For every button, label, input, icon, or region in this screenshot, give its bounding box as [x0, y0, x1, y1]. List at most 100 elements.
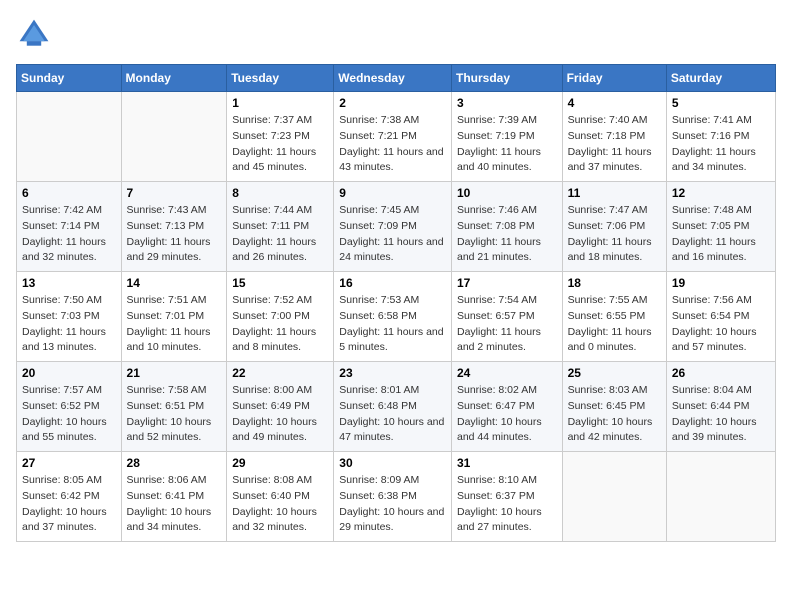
calendar-cell: 4Sunrise: 7:40 AMSunset: 7:18 PMDaylight… — [562, 92, 666, 182]
day-number: 9 — [339, 186, 446, 200]
calendar-cell — [666, 452, 775, 542]
weekday-header: Monday — [121, 65, 227, 92]
day-number: 24 — [457, 366, 557, 380]
day-number: 4 — [568, 96, 661, 110]
calendar-cell — [121, 92, 227, 182]
day-info: Sunrise: 7:39 AMSunset: 7:19 PMDaylight:… — [457, 113, 557, 176]
day-number: 17 — [457, 276, 557, 290]
day-info: Sunrise: 7:55 AMSunset: 6:55 PMDaylight:… — [568, 293, 661, 356]
day-info: Sunrise: 8:04 AMSunset: 6:44 PMDaylight:… — [672, 383, 770, 446]
day-info: Sunrise: 8:10 AMSunset: 6:37 PMDaylight:… — [457, 473, 557, 536]
day-number: 16 — [339, 276, 446, 290]
weekday-header: Thursday — [451, 65, 562, 92]
day-info: Sunrise: 7:54 AMSunset: 6:57 PMDaylight:… — [457, 293, 557, 356]
day-number: 12 — [672, 186, 770, 200]
day-info: Sunrise: 8:05 AMSunset: 6:42 PMDaylight:… — [22, 473, 116, 536]
calendar-week-row: 6 Sunrise: 7:42 AMSunset: 7:14 PMDaylight… — [17, 182, 776, 272]
calendar-week-row: 20Sunrise: 7:57 AMSunset: 6:52 PMDayligh… — [17, 362, 776, 452]
day-info: Sunrise: 7:42 AMSunset: 7:14 PMDaylight:… — [22, 203, 116, 266]
day-info: Sunrise: 7:50 AMSunset: 7:03 PMDaylight:… — [22, 293, 116, 356]
day-number: 25 — [568, 366, 661, 380]
day-number: 15 — [232, 276, 328, 290]
calendar-cell: 17 Sunrise: 7:54 AMSunset: 6:57 PMDayligh… — [451, 272, 562, 362]
calendar-cell: 3 Sunrise: 7:39 AMSunset: 7:19 PMDaylight… — [451, 92, 562, 182]
day-number: 20 — [22, 366, 116, 380]
day-number: 2 — [339, 96, 446, 110]
day-number: 13 — [22, 276, 116, 290]
day-info: Sunrise: 8:02 AMSunset: 6:47 PMDaylight:… — [457, 383, 557, 446]
calendar-week-row: 27Sunrise: 8:05 AMSunset: 6:42 PMDayligh… — [17, 452, 776, 542]
day-info: Sunrise: 8:00 AMSunset: 6:49 PMDaylight:… — [232, 383, 328, 446]
calendar-header: SundayMondayTuesdayWednesdayThursdayFrid… — [17, 65, 776, 92]
day-info: Sunrise: 7:44 AMSunset: 7:11 PMDaylight:… — [232, 203, 328, 266]
calendar-cell: 14 Sunrise: 7:51 AMSunset: 7:01 PMDayligh… — [121, 272, 227, 362]
calendar-cell: 10 Sunrise: 7:46 AMSunset: 7:08 PMDayligh… — [451, 182, 562, 272]
calendar-cell: 2 Sunrise: 7:38 AMSunset: 7:21 PMDaylight… — [334, 92, 452, 182]
day-info: Sunrise: 8:01 AMSunset: 6:48 PMDaylight:… — [339, 383, 446, 446]
day-number: 22 — [232, 366, 328, 380]
day-info: Sunrise: 7:47 AMSunset: 7:06 PMDaylight:… — [568, 203, 661, 266]
day-number: 31 — [457, 456, 557, 470]
day-info: Sunrise: 7:46 AMSunset: 7:08 PMDaylight:… — [457, 203, 557, 266]
calendar-cell: 31 Sunrise: 8:10 AMSunset: 6:37 PMDayligh… — [451, 452, 562, 542]
day-number: 3 — [457, 96, 557, 110]
calendar-cell: 8 Sunrise: 7:44 AMSunset: 7:11 PMDaylight… — [227, 182, 334, 272]
day-info: Sunrise: 7:48 AMSunset: 7:05 PMDaylight:… — [672, 203, 770, 266]
calendar-cell: 21Sunrise: 7:58 AMSunset: 6:51 PMDayligh… — [121, 362, 227, 452]
calendar-cell: 11 Sunrise: 7:47 AMSunset: 7:06 PMDayligh… — [562, 182, 666, 272]
calendar-cell: 6 Sunrise: 7:42 AMSunset: 7:14 PMDaylight… — [17, 182, 122, 272]
calendar-cell: 19 Sunrise: 7:56 AMSunset: 6:54 PMDayligh… — [666, 272, 775, 362]
day-info: Sunrise: 7:37 AMSunset: 7:23 PMDaylight:… — [232, 113, 328, 176]
day-number: 29 — [232, 456, 328, 470]
weekday-header: Friday — [562, 65, 666, 92]
day-info: Sunrise: 7:51 AMSunset: 7:01 PMDaylight:… — [127, 293, 222, 356]
calendar-cell: 30Sunrise: 8:09 AMSunset: 6:38 PMDayligh… — [334, 452, 452, 542]
calendar-cell: 29 Sunrise: 8:08 AMSunset: 6:40 PMDayligh… — [227, 452, 334, 542]
day-number: 18 — [568, 276, 661, 290]
calendar-cell: 12 Sunrise: 7:48 AMSunset: 7:05 PMDayligh… — [666, 182, 775, 272]
day-number: 19 — [672, 276, 770, 290]
day-number: 11 — [568, 186, 661, 200]
logo-icon — [16, 16, 52, 52]
calendar-cell: 5 Sunrise: 7:41 AMSunset: 7:16 PMDaylight… — [666, 92, 775, 182]
calendar-cell: 26 Sunrise: 8:04 AMSunset: 6:44 PMDayligh… — [666, 362, 775, 452]
calendar-cell: 22 Sunrise: 8:00 AMSunset: 6:49 PMDayligh… — [227, 362, 334, 452]
day-number: 8 — [232, 186, 328, 200]
day-number: 14 — [127, 276, 222, 290]
day-number: 6 — [22, 186, 116, 200]
calendar-cell: 7Sunrise: 7:43 AMSunset: 7:13 PMDaylight… — [121, 182, 227, 272]
day-info: Sunrise: 8:03 AMSunset: 6:45 PMDaylight:… — [568, 383, 661, 446]
calendar-week-row: 13 Sunrise: 7:50 AMSunset: 7:03 PMDayligh… — [17, 272, 776, 362]
day-info: Sunrise: 7:45 AMSunset: 7:09 PMDaylight:… — [339, 203, 446, 266]
calendar-cell — [17, 92, 122, 182]
day-number: 21 — [127, 366, 222, 380]
day-info: Sunrise: 7:38 AMSunset: 7:21 PMDaylight:… — [339, 113, 446, 176]
calendar-cell — [562, 452, 666, 542]
day-number: 5 — [672, 96, 770, 110]
calendar-cell: 9 Sunrise: 7:45 AMSunset: 7:09 PMDaylight… — [334, 182, 452, 272]
calendar-cell: 23 Sunrise: 8:01 AMSunset: 6:48 PMDayligh… — [334, 362, 452, 452]
day-number: 23 — [339, 366, 446, 380]
weekday-header: Saturday — [666, 65, 775, 92]
calendar-cell: 24 Sunrise: 8:02 AMSunset: 6:47 PMDayligh… — [451, 362, 562, 452]
page-header — [16, 16, 776, 52]
day-number: 28 — [127, 456, 222, 470]
calendar-cell: 15 Sunrise: 7:52 AMSunset: 7:00 PMDayligh… — [227, 272, 334, 362]
day-info: Sunrise: 7:41 AMSunset: 7:16 PMDaylight:… — [672, 113, 770, 176]
calendar-cell: 1Sunrise: 7:37 AMSunset: 7:23 PMDaylight… — [227, 92, 334, 182]
day-info: Sunrise: 7:56 AMSunset: 6:54 PMDaylight:… — [672, 293, 770, 356]
day-info: Sunrise: 7:52 AMSunset: 7:00 PMDaylight:… — [232, 293, 328, 356]
day-info: Sunrise: 8:09 AMSunset: 6:38 PMDaylight:… — [339, 473, 446, 536]
day-number: 10 — [457, 186, 557, 200]
weekday-header: Wednesday — [334, 65, 452, 92]
calendar-cell: 18 Sunrise: 7:55 AMSunset: 6:55 PMDayligh… — [562, 272, 666, 362]
calendar-cell: 20Sunrise: 7:57 AMSunset: 6:52 PMDayligh… — [17, 362, 122, 452]
calendar-cell: 25 Sunrise: 8:03 AMSunset: 6:45 PMDayligh… — [562, 362, 666, 452]
day-info: Sunrise: 8:08 AMSunset: 6:40 PMDaylight:… — [232, 473, 328, 536]
weekday-header: Tuesday — [227, 65, 334, 92]
day-info: Sunrise: 8:06 AMSunset: 6:41 PMDaylight:… — [127, 473, 222, 536]
calendar-cell: 27Sunrise: 8:05 AMSunset: 6:42 PMDayligh… — [17, 452, 122, 542]
day-info: Sunrise: 7:43 AMSunset: 7:13 PMDaylight:… — [127, 203, 222, 266]
day-number: 26 — [672, 366, 770, 380]
day-info: Sunrise: 7:53 AMSunset: 6:58 PMDaylight:… — [339, 293, 446, 356]
